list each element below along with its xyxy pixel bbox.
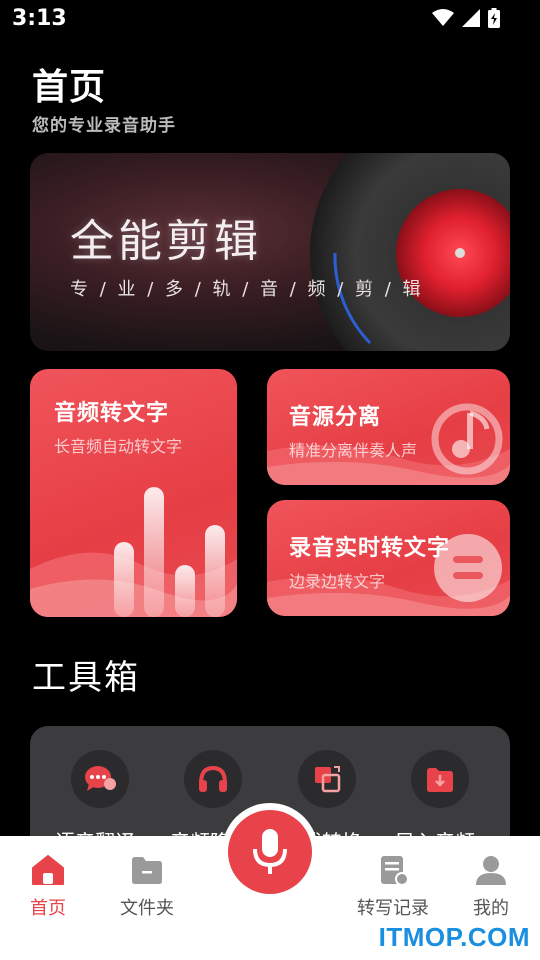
source-separation-title: 音源分离	[289, 405, 382, 430]
home-icon	[32, 855, 64, 885]
nav-profile-label: 我的	[473, 898, 509, 919]
tool-format-convert[interactable]	[298, 750, 356, 808]
status-icons	[432, 8, 500, 28]
nav-home[interactable]: 首页	[3, 854, 93, 920]
transcript-record-icon	[381, 856, 409, 886]
nav-transcript-records-label: 转写记录	[357, 898, 429, 919]
tool-import-audio[interactable]	[411, 750, 469, 808]
nav-home-label: 首页	[30, 898, 66, 919]
source-separation-desc: 精准分离伴奏人声	[289, 441, 418, 460]
tool-voice-translate[interactable]	[71, 750, 129, 808]
nav-transcript-records[interactable]: 转写记录	[348, 854, 438, 920]
banner-title: 全能剪辑	[70, 216, 262, 267]
tool-audio-denoise[interactable]	[184, 750, 242, 808]
toolbox-title: 工具箱	[32, 658, 140, 698]
convert-icon	[315, 766, 341, 793]
realtime-transcribe-desc: 边录边转文字	[289, 572, 386, 591]
battery-icon	[488, 8, 500, 28]
import-folder-icon	[427, 768, 453, 792]
audio-bars-icon	[30, 487, 237, 617]
user-icon	[476, 856, 506, 885]
microphone-icon	[253, 829, 287, 874]
status-bar: 3:13	[0, 0, 540, 40]
status-time: 3:13	[12, 6, 67, 31]
nav-folder-label: 文件夹	[120, 898, 174, 919]
realtime-transcribe-card[interactable]: 录音实时转文字 边录边转文字	[267, 500, 510, 616]
wifi-icon	[432, 9, 454, 26]
source-separation-card[interactable]: 音源分离 精准分离伴奏人声	[267, 369, 510, 485]
headphones-icon	[199, 765, 227, 792]
watermark: ITMOP.COM	[378, 922, 530, 952]
banner-all-in-one-edit[interactable]: 全能剪辑 专 / 业 / 多 / 轨 / 音 / 频 / 剪 / 辑	[30, 153, 510, 351]
nav-folder[interactable]: 文件夹	[102, 854, 192, 920]
nav-profile[interactable]: 我的	[446, 854, 536, 920]
page-title: 首页	[32, 67, 107, 108]
banner-subtitle: 专 / 业 / 多 / 轨 / 音 / 频 / 剪 / 辑	[70, 279, 424, 300]
page-subtitle: 您的专业录音助手	[32, 116, 176, 136]
chat-bubble-icon	[85, 766, 116, 791]
record-button[interactable]	[228, 810, 312, 894]
realtime-transcribe-title: 录音实时转文字	[289, 536, 451, 561]
audio-to-text-card[interactable]: 音频转文字 长音频自动转文字	[30, 369, 237, 617]
signal-icon	[462, 9, 480, 27]
folder-icon	[132, 857, 162, 884]
